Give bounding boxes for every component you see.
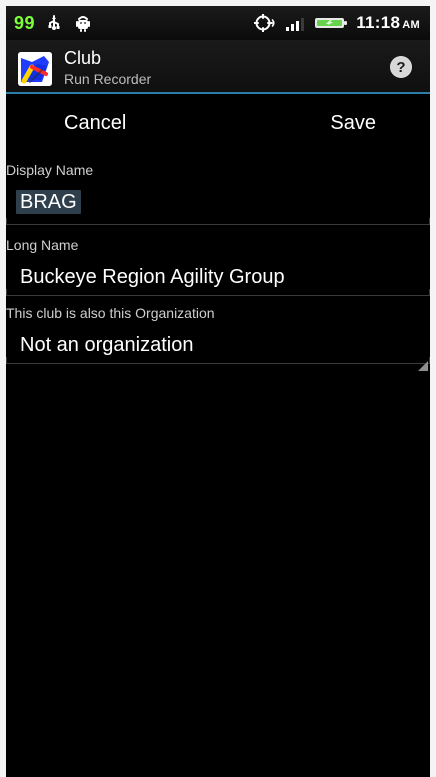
status-time-ampm: AM (402, 19, 420, 31)
long-name-field: Long Name Buckeye Region Agility Group (6, 237, 430, 289)
cancel-button[interactable]: Cancel (64, 111, 126, 135)
content: Cancel Save Display Name BRAG Long Name … (6, 94, 430, 777)
battery-icon (314, 14, 348, 32)
status-bar: 99 11:18 AM (6, 6, 430, 40)
organization-underline (6, 357, 430, 364)
save-button[interactable]: Save (330, 111, 376, 135)
device-frame: 99 11:18 AM Club Run Recorder ? Cancel S… (0, 0, 436, 777)
long-name-label: Long Name (6, 237, 79, 253)
status-right: 11:18 AM (254, 6, 420, 40)
page-subtitle: Run Recorder (64, 71, 152, 87)
phone-screen: 99 11:18 AM Club Run Recorder ? Cancel S… (6, 6, 430, 777)
notification-count: 99 (14, 12, 36, 33)
long-name-underline (6, 289, 430, 296)
top-actions: Cancel Save (6, 94, 430, 152)
action-bar: Club Run Recorder ? (6, 40, 430, 94)
help-icon[interactable]: ? (390, 56, 412, 78)
spinner-triangle-icon[interactable] (418, 351, 428, 371)
organization-label: This club is also this Organization (6, 305, 215, 321)
usb-icon (45, 14, 63, 32)
display-name-field: Display Name BRAG (6, 162, 430, 214)
organization-spinner[interactable]: Not an organization (6, 333, 193, 357)
status-left: 99 (14, 6, 93, 40)
organization-field: This club is also this Organization Not … (6, 305, 430, 357)
help-glyph: ? (396, 58, 406, 76)
action-bar-titles: Club Run Recorder (64, 48, 324, 88)
display-name-underline (6, 218, 430, 225)
status-time: 11:18 AM (356, 13, 420, 33)
android-debug-icon (73, 14, 93, 32)
signal-icon (284, 14, 306, 32)
display-name-label: Display Name (6, 162, 94, 178)
page-title: Club (64, 48, 102, 68)
run-recorder-app-icon (18, 52, 52, 86)
status-time-value: 11:18 (356, 13, 401, 32)
gps-icon (254, 14, 276, 32)
display-name-input[interactable]: BRAG (16, 190, 81, 214)
long-name-input[interactable]: Buckeye Region Agility Group (6, 265, 285, 289)
